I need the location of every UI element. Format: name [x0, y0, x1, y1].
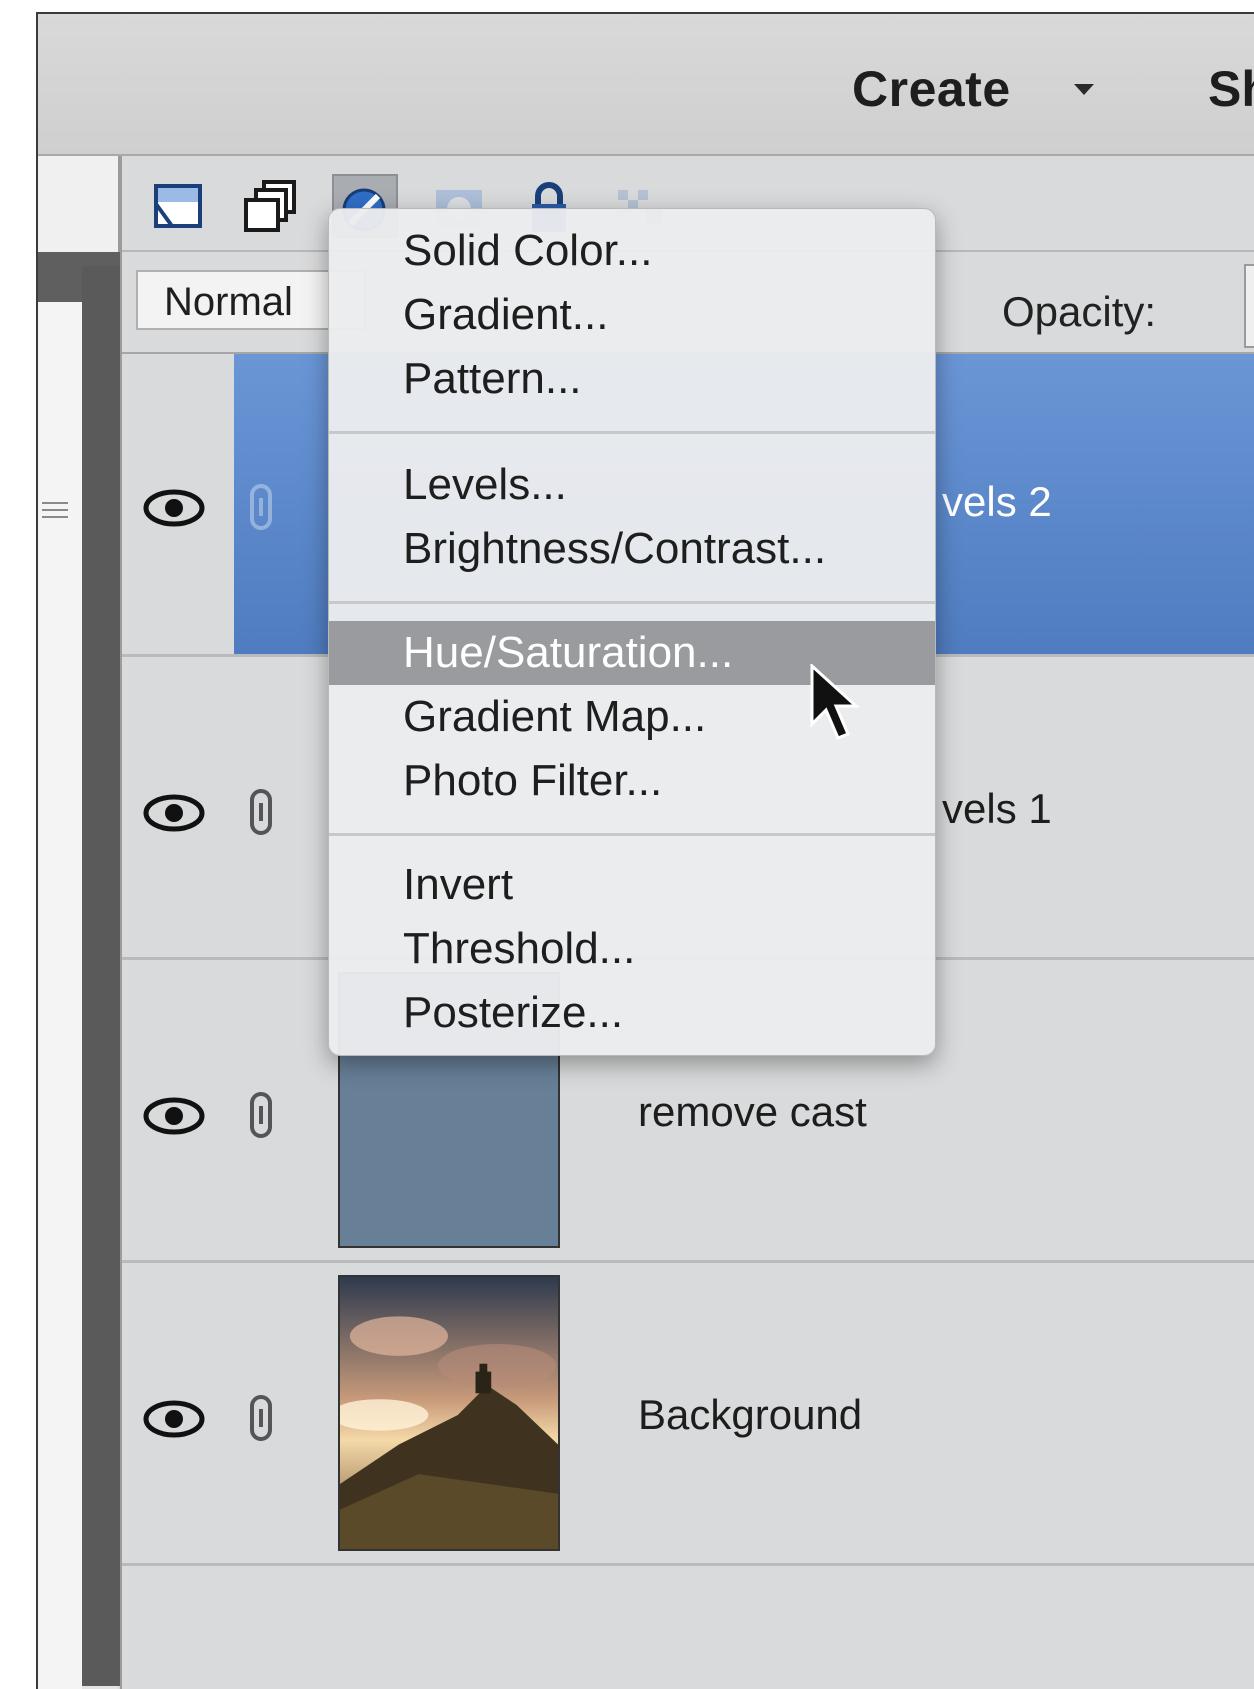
create-menu-button[interactable]: Create: [852, 60, 1011, 118]
menu-separator: [329, 833, 935, 836]
menu-item-pattern[interactable]: Pattern...: [329, 347, 935, 411]
top-header-bar: Create Sh: [38, 14, 1254, 156]
opacity-label: Opacity:: [1002, 288, 1157, 335]
layer-name: vels 1: [942, 785, 1052, 832]
layer-name: vels 2: [942, 478, 1052, 525]
eye-icon[interactable]: [142, 1397, 206, 1441]
eye-icon[interactable]: [142, 791, 206, 835]
layer-name: Background: [638, 1391, 863, 1438]
menu-item-photo-filter[interactable]: Photo Filter...: [329, 749, 935, 813]
menu-item-invert[interactable]: Invert: [329, 853, 935, 917]
menu-item-brightness-contrast[interactable]: Brightness/Contrast...: [329, 517, 935, 581]
chain-link-icon[interactable]: [246, 1393, 276, 1443]
panel-menu-icon[interactable]: [42, 502, 68, 522]
layers-panel-window: Create Sh: [36, 12, 1254, 1689]
opacity-input[interactable]: [1244, 264, 1254, 348]
eye-icon[interactable]: [142, 486, 206, 530]
new-group-icon[interactable]: [240, 176, 302, 236]
menu-item-gradient[interactable]: Gradient...: [329, 283, 935, 347]
left-panel-tab[interactable]: [38, 156, 120, 254]
chain-link-icon[interactable]: [246, 787, 276, 837]
share-menu-button[interactable]: Sh: [1208, 60, 1254, 118]
menu-item-solid-color[interactable]: Solid Color...: [329, 219, 935, 283]
layer-name: remove cast: [638, 1088, 867, 1135]
menu-separator: [329, 601, 935, 604]
menu-separator: [329, 431, 935, 434]
eye-icon[interactable]: [142, 1094, 206, 1138]
menu-item-levels[interactable]: Levels...: [329, 453, 935, 517]
new-layer-icon[interactable]: [148, 176, 210, 236]
menu-item-threshold[interactable]: Threshold...: [329, 917, 935, 981]
menu-item-posterize[interactable]: Posterize...: [329, 981, 935, 1045]
left-panel-content: [38, 302, 82, 1689]
chain-link-icon[interactable]: [246, 482, 276, 532]
mouse-pointer-icon: [810, 664, 860, 740]
fill-adjustment-layer-menu: Solid Color... Gradient... Pattern... Le…: [328, 208, 936, 1056]
chain-link-icon[interactable]: [246, 1090, 276, 1140]
left-side-panel: [38, 156, 122, 1689]
left-panel-scrollbar[interactable]: [82, 266, 120, 1686]
landscape-photo-thumbnail[interactable]: [338, 1275, 560, 1551]
create-dropdown-arrow-icon[interactable]: [1074, 84, 1094, 95]
layer-row-background[interactable]: Background: [122, 1263, 1254, 1566]
